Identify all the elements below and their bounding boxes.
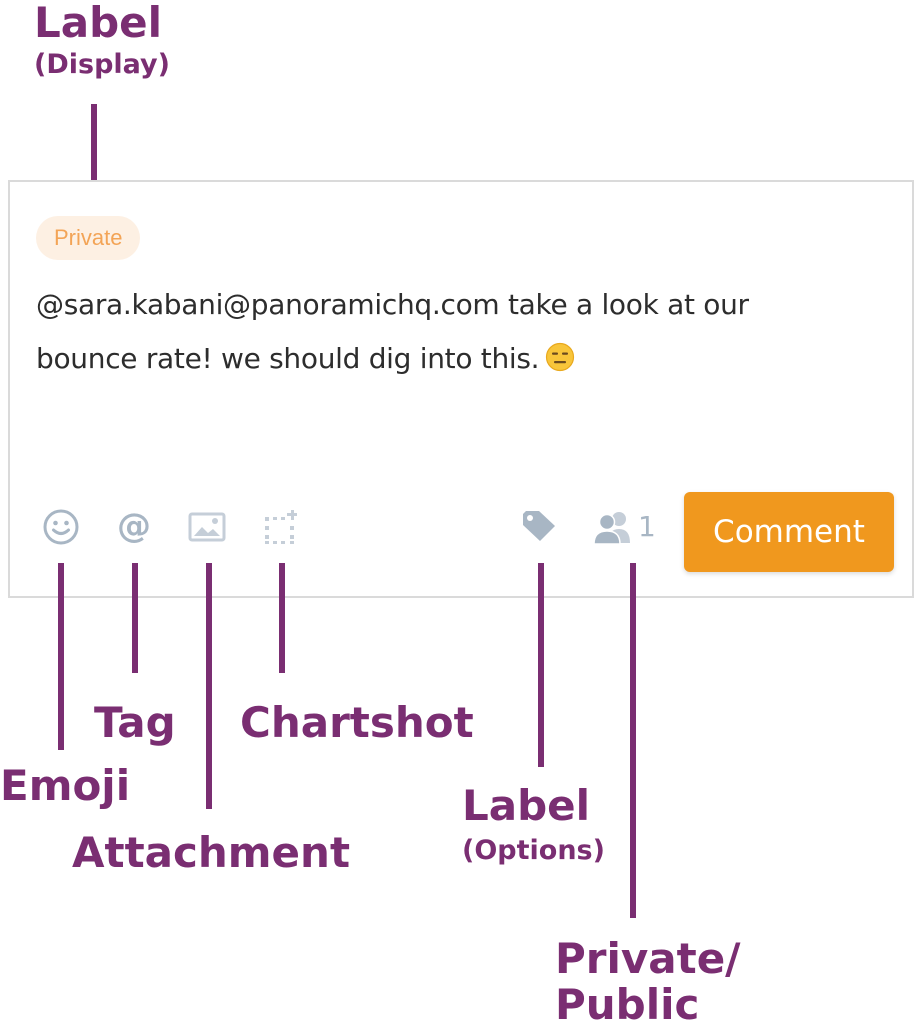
leader-chartshot [279, 563, 285, 673]
leader-label-options [538, 563, 544, 767]
annotation-label-options-subtitle: (Options) [462, 835, 605, 866]
expressionless-face-emoji-icon [546, 342, 575, 372]
people-privacy-icon[interactable] [592, 510, 632, 544]
annotation-emoji: Emoji [0, 761, 131, 810]
annotation-privacy-line1: Private/ [555, 934, 741, 983]
annotation-privacy-line2: Public [555, 980, 700, 1029]
private-label-badge: Private [36, 216, 141, 260]
comment-text[interactable]: @sara.kabani@panoramichq.com take a look… [36, 278, 856, 386]
annotation-label-options-title: Label [462, 781, 591, 830]
privacy-count: 1 [638, 510, 656, 543]
leader-tag [132, 563, 138, 673]
annotation-attachment: Attachment [72, 828, 351, 877]
leader-privacy [630, 563, 636, 918]
smiley-icon[interactable] [42, 508, 80, 546]
annotation-label-display-title: Label [34, 0, 163, 47]
comment-submit-button[interactable]: Comment [684, 492, 894, 572]
tag-label-icon[interactable] [520, 510, 558, 544]
annotation-label-display-subtitle: (Display) [34, 49, 170, 80]
annotation-tag: Tag [94, 698, 176, 747]
comment-body: @sara.kabani@panoramichq.com take a look… [36, 288, 749, 375]
annotation-chartshot: Chartshot [240, 698, 474, 747]
image-attachment-icon[interactable] [188, 512, 226, 542]
chartshot-crop-icon[interactable] [262, 508, 300, 546]
mention-at-icon[interactable]: @ [114, 506, 154, 546]
leader-attachment [206, 563, 212, 809]
leader-emoji [58, 563, 64, 750]
